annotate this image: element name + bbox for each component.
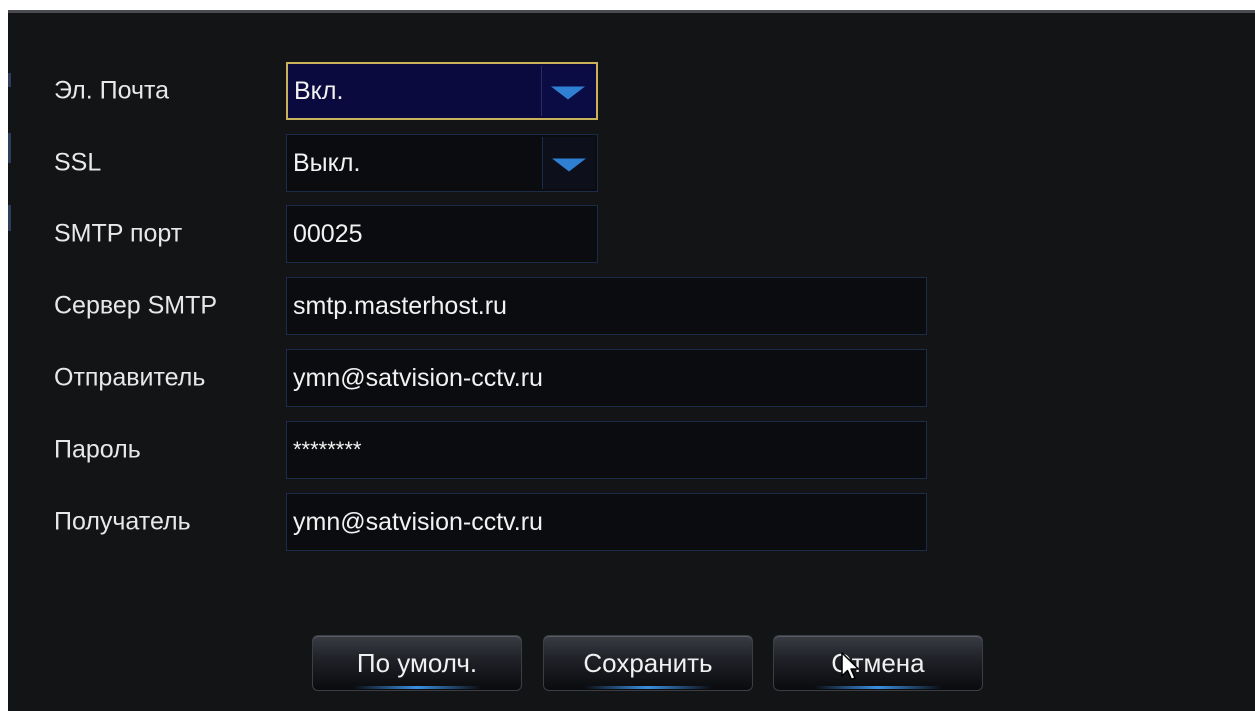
recipient-label: Получатель: [54, 507, 191, 536]
smtp-server-label: Сервер SMTP: [54, 291, 218, 320]
smtp-port-row: SMTP порт 00025: [8, 205, 1255, 263]
password-row: Пароль ********: [8, 421, 1255, 479]
save-button[interactable]: Сохранить: [543, 635, 753, 691]
ssl-row: SSL Выкл.: [8, 134, 1255, 192]
email-select[interactable]: Вкл.: [286, 62, 598, 120]
smtp-port-input[interactable]: 00025: [286, 205, 598, 263]
recipient-row: Получатель ymn@satvision-cctv.ru: [8, 493, 1255, 551]
ssl-dropdown-button[interactable]: [542, 137, 595, 189]
ssl-select-value: Выкл.: [293, 149, 361, 177]
smtp-server-input[interactable]: smtp.masterhost.ru: [286, 277, 927, 335]
sender-row: Отправитель ymn@satvision-cctv.ru: [8, 349, 1255, 407]
recipient-value: ymn@satvision-cctv.ru: [293, 508, 543, 536]
recipient-input[interactable]: ymn@satvision-cctv.ru: [286, 493, 927, 551]
smtp-port-value: 00025: [293, 220, 363, 248]
smtp-server-row: Сервер SMTP smtp.masterhost.ru: [8, 277, 1255, 335]
sender-value: ymn@satvision-cctv.ru: [293, 364, 543, 392]
email-label: Эл. Почта: [54, 76, 170, 105]
password-value: ********: [293, 437, 362, 462]
chevron-down-icon: [551, 86, 585, 100]
ssl-label: SSL: [54, 148, 102, 177]
mouse-cursor-icon: [841, 652, 860, 681]
sender-input[interactable]: ymn@satvision-cctv.ru: [286, 349, 927, 407]
email-row: Эл. Почта Вкл.: [8, 62, 1255, 120]
cancel-button[interactable]: Отмена: [773, 635, 983, 691]
button-glow: [814, 686, 942, 689]
chevron-down-icon: [552, 158, 586, 172]
password-input[interactable]: ********: [286, 421, 927, 479]
email-select-value: Вкл.: [294, 77, 344, 105]
default-button[interactable]: По умолч.: [312, 635, 522, 691]
email-settings-dialog: Эл. Почта Вкл. SSL Выкл. SMTP порт 00025…: [8, 10, 1255, 711]
smtp-server-value: smtp.masterhost.ru: [293, 292, 507, 320]
password-label: Пароль: [54, 435, 141, 464]
smtp-port-label: SMTP порт: [54, 219, 183, 248]
ssl-select[interactable]: Выкл.: [286, 134, 598, 192]
save-button-label: Сохранить: [583, 648, 713, 678]
button-glow: [353, 686, 481, 689]
button-glow: [584, 686, 712, 689]
default-button-label: По умолч.: [356, 648, 478, 678]
sender-label: Отправитель: [54, 363, 206, 392]
email-dropdown-button[interactable]: [541, 66, 594, 116]
